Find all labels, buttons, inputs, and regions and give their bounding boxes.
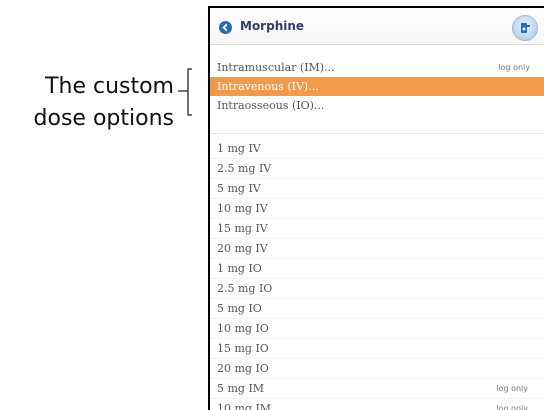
- dose-label: 1 mg IV: [217, 142, 261, 155]
- dose-row[interactable]: 15 mg IO: [210, 339, 544, 359]
- dose-row[interactable]: 20 mg IO: [210, 359, 544, 379]
- dose-row[interactable]: 2.5 mg IV: [210, 159, 544, 179]
- callout-line-2: dose options: [33, 106, 174, 131]
- log-only-tag: log only: [498, 63, 530, 72]
- back-arrow-icon[interactable]: [219, 21, 232, 34]
- callout-bracket: [178, 68, 192, 116]
- dose-row[interactable]: 10 mg IM log only: [210, 399, 544, 410]
- custom-option-label: Intramuscular (IM)...: [217, 61, 335, 74]
- dose-row[interactable]: 10 mg IV: [210, 199, 544, 219]
- custom-option-label: Intravenous (IV)...: [217, 80, 319, 93]
- panel-header: Morphine: [210, 8, 544, 45]
- dose-label: 2.5 mg IV: [217, 162, 272, 175]
- log-only-tag: log only: [496, 404, 528, 410]
- dose-label: 20 mg IV: [217, 242, 268, 255]
- dose-label: 1 mg IO: [217, 262, 262, 275]
- pump-icon[interactable]: [512, 15, 538, 41]
- dose-label: 10 mg IO: [217, 322, 269, 335]
- callout-line-1: The custom: [45, 74, 174, 99]
- screenshot-stage: The custom dose options Morphine Intramu…: [0, 0, 544, 410]
- dose-label: 2.5 mg IO: [217, 282, 273, 295]
- dose-label: 5 mg IM: [217, 382, 265, 395]
- custom-option-row[interactable]: Intraosseous (IO)...: [210, 96, 544, 115]
- dose-label: 10 mg IV: [217, 202, 268, 215]
- dose-row[interactable]: 15 mg IV: [210, 219, 544, 239]
- dose-row[interactable]: 1 mg IV: [210, 139, 544, 159]
- dose-label: 20 mg IO: [217, 362, 269, 375]
- dose-row[interactable]: 2.5 mg IO: [210, 279, 544, 299]
- custom-dose-options: Intramuscular (IM)... log only Intravenous…: [210, 58, 544, 115]
- dose-label: 5 mg IO: [217, 302, 262, 315]
- custom-option-label: Intraosseous (IO)...: [217, 99, 325, 112]
- dose-label: 5 mg IV: [217, 182, 261, 195]
- dose-row[interactable]: 20 mg IV: [210, 239, 544, 259]
- custom-option-row[interactable]: Intravenous (IV)...: [210, 77, 544, 96]
- dose-row[interactable]: 5 mg IO: [210, 299, 544, 319]
- dose-row[interactable]: 1 mg IO: [210, 259, 544, 279]
- dose-row[interactable]: 5 mg IV: [210, 179, 544, 199]
- dose-list: 1 mg IV 2.5 mg IV 5 mg IV 10 mg IV 15 mg IV 2…: [210, 133, 544, 410]
- dose-label: 15 mg IO: [217, 342, 269, 355]
- medication-title: Morphine: [240, 19, 305, 33]
- dose-row[interactable]: 10 mg IO: [210, 319, 544, 339]
- dose-row[interactable]: 5 mg IM log only: [210, 379, 544, 399]
- dose-label: 10 mg IM: [217, 402, 272, 410]
- dose-label: 15 mg IV: [217, 222, 268, 235]
- callout-text: The custom dose options: [24, 71, 174, 135]
- custom-option-row[interactable]: Intramuscular (IM)... log only: [210, 58, 544, 77]
- log-only-tag: log only: [496, 384, 528, 393]
- dose-panel: Morphine Intramuscular (IM)... log only In…: [208, 6, 544, 410]
